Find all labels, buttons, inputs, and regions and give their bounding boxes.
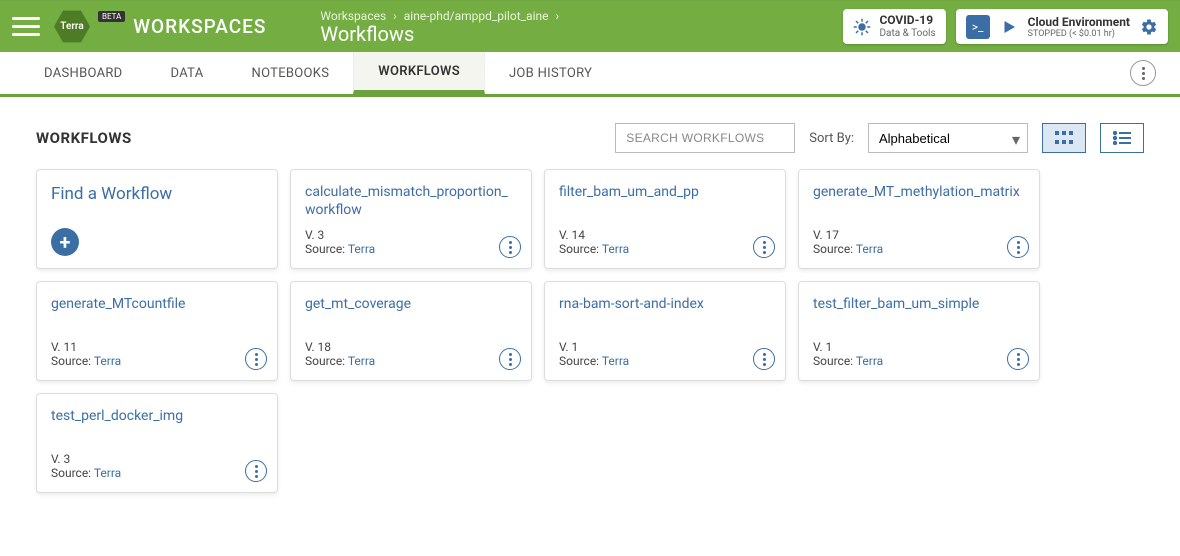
workflow-version: V. 3 bbox=[305, 228, 517, 242]
workflow-name[interactable]: generate_MTcountfile bbox=[51, 296, 263, 314]
cloud-environment-button[interactable]: >_ Cloud Environment STOPPED (< $0.01 hr… bbox=[956, 9, 1168, 43]
workflow-source-link[interactable]: Terra bbox=[602, 354, 629, 368]
cloud-line2: STOPPED (< $0.01 hr) bbox=[1028, 29, 1130, 39]
breadcrumb-workspace[interactable]: aine-phd/amppd_pilot_aine bbox=[404, 9, 549, 23]
workflow-version: V. 3 bbox=[51, 452, 263, 466]
workflow-source: Source: Terra bbox=[559, 242, 771, 256]
workflow-card[interactable]: rna-bam-sort-and-index V. 1Source: Terra bbox=[544, 281, 786, 381]
card-more-button[interactable] bbox=[245, 460, 267, 482]
workflow-version: V. 17 bbox=[813, 228, 1025, 242]
workflow-version: V. 11 bbox=[51, 340, 263, 354]
virus-icon bbox=[853, 18, 871, 36]
breadcrumb: Workspaces › aine-phd/amppd_pilot_aine › bbox=[320, 9, 563, 23]
workflow-version: V. 1 bbox=[559, 340, 771, 354]
list-icon bbox=[1113, 131, 1131, 145]
section-title: WORKFLOWS bbox=[36, 129, 132, 147]
covid-line1: COVID-19 bbox=[879, 14, 935, 27]
list-view-button[interactable] bbox=[1100, 123, 1144, 153]
gear-icon[interactable] bbox=[1140, 18, 1158, 36]
sort-select[interactable]: Alphabetical bbox=[868, 123, 1028, 153]
page-title: Workflows bbox=[320, 23, 563, 45]
card-more-button[interactable] bbox=[753, 348, 775, 370]
workflow-source: Source: Terra bbox=[813, 242, 1025, 256]
find-workflow-card[interactable]: Find a Workflow + bbox=[36, 169, 278, 269]
workflow-name[interactable]: calculate_mismatch_proportion_workflow bbox=[305, 184, 517, 219]
chevron-right-icon: › bbox=[555, 9, 559, 23]
tab-job-history[interactable]: JOB HISTORY bbox=[485, 52, 616, 94]
workflow-version: V. 18 bbox=[305, 340, 517, 354]
workflow-name[interactable]: test_perl_docker_img bbox=[51, 408, 263, 426]
workflow-source: Source: Terra bbox=[305, 354, 517, 368]
tab-dashboard[interactable]: DASHBOARD bbox=[20, 52, 147, 94]
search-input[interactable] bbox=[615, 123, 795, 153]
covid-button[interactable]: COVID-19 Data & Tools bbox=[843, 9, 945, 43]
workflow-card[interactable]: get_mt_coverage V. 18Source: Terra bbox=[290, 281, 532, 381]
logo[interactable]: Terra BETA WORKSPACES bbox=[54, 9, 266, 45]
workspace-more-button[interactable] bbox=[1130, 60, 1156, 86]
grid-view-button[interactable] bbox=[1042, 123, 1086, 153]
workflow-version: V. 1 bbox=[813, 340, 1025, 354]
workflow-card[interactable]: calculate_mismatch_proportion_workflow V.… bbox=[290, 169, 532, 269]
card-more-button[interactable] bbox=[499, 236, 521, 258]
logo-inner-text: Terra bbox=[60, 21, 83, 32]
plus-circle-icon[interactable]: + bbox=[51, 228, 79, 256]
workflow-card[interactable]: test_perl_docker_img V. 3Source: Terra bbox=[36, 393, 278, 493]
card-more-button[interactable] bbox=[245, 348, 267, 370]
workflow-card[interactable]: generate_MTcountfile V. 11Source: Terra bbox=[36, 281, 278, 381]
breadcrumb-root[interactable]: Workspaces bbox=[320, 9, 386, 23]
workflow-card[interactable]: test_filter_bam_um_simple V. 1Source: Ter… bbox=[798, 281, 1040, 381]
workflow-source-link[interactable]: Terra bbox=[94, 354, 121, 368]
covid-line2: Data & Tools bbox=[879, 28, 935, 39]
terra-logo-icon: Terra bbox=[54, 9, 90, 45]
workflow-name[interactable]: filter_bam_um_and_pp bbox=[559, 184, 771, 202]
card-more-button[interactable] bbox=[1007, 236, 1029, 258]
workflow-source: Source: Terra bbox=[559, 354, 771, 368]
hamburger-menu-icon[interactable] bbox=[12, 17, 40, 36]
workflow-name[interactable]: rna-bam-sort-and-index bbox=[559, 296, 771, 314]
tab-data[interactable]: DATA bbox=[147, 52, 228, 94]
card-more-button[interactable] bbox=[1007, 348, 1029, 370]
workflow-card[interactable]: filter_bam_um_and_pp V. 14Source: Terra bbox=[544, 169, 786, 269]
workflow-source-link[interactable]: Terra bbox=[348, 242, 375, 256]
card-more-button[interactable] bbox=[499, 348, 521, 370]
workflow-card[interactable]: generate_MT_methylation_matrix V. 17Sourc… bbox=[798, 169, 1040, 269]
tab-workflows[interactable]: WORKFLOWS bbox=[353, 52, 485, 94]
cloud-line1: Cloud Environment bbox=[1028, 15, 1130, 29]
workflow-name[interactable]: get_mt_coverage bbox=[305, 296, 517, 314]
terminal-icon: >_ bbox=[966, 15, 990, 39]
beta-badge: BETA bbox=[98, 11, 125, 22]
content-area: WORKFLOWS Sort By: Alphabetical ▾ bbox=[0, 97, 1180, 519]
logo-text: WORKSPACES bbox=[133, 15, 266, 38]
workflow-source-link[interactable]: Terra bbox=[856, 242, 883, 256]
sortby-label: Sort By: bbox=[809, 131, 854, 146]
find-workflow-title: Find a Workflow bbox=[51, 184, 263, 205]
workflow-source-link[interactable]: Terra bbox=[348, 354, 375, 368]
workflow-source: Source: Terra bbox=[51, 354, 263, 368]
tabs-nav: DASHBOARDDATANOTEBOOKSWORKFLOWSJOB HISTO… bbox=[0, 52, 1180, 97]
workflow-version: V. 14 bbox=[559, 228, 771, 242]
workflow-source-link[interactable]: Terra bbox=[602, 242, 629, 256]
workflow-source: Source: Terra bbox=[51, 466, 263, 480]
workflow-source-link[interactable]: Terra bbox=[94, 466, 121, 480]
play-icon bbox=[1000, 18, 1018, 36]
workflow-name[interactable]: test_filter_bam_um_simple bbox=[813, 296, 1025, 314]
workflow-source: Source: Terra bbox=[813, 354, 1025, 368]
grid-icon bbox=[1055, 131, 1073, 145]
tab-notebooks[interactable]: NOTEBOOKS bbox=[228, 52, 354, 94]
app-header: Terra BETA WORKSPACES Workspaces › aine-… bbox=[0, 0, 1180, 52]
workflow-name[interactable]: generate_MT_methylation_matrix bbox=[813, 184, 1025, 202]
workflow-source-link[interactable]: Terra bbox=[856, 354, 883, 368]
breadcrumb-area: Workspaces › aine-phd/amppd_pilot_aine ›… bbox=[320, 9, 563, 45]
workflow-source: Source: Terra bbox=[305, 242, 517, 256]
chevron-right-icon: › bbox=[393, 9, 397, 23]
card-more-button[interactable] bbox=[753, 236, 775, 258]
